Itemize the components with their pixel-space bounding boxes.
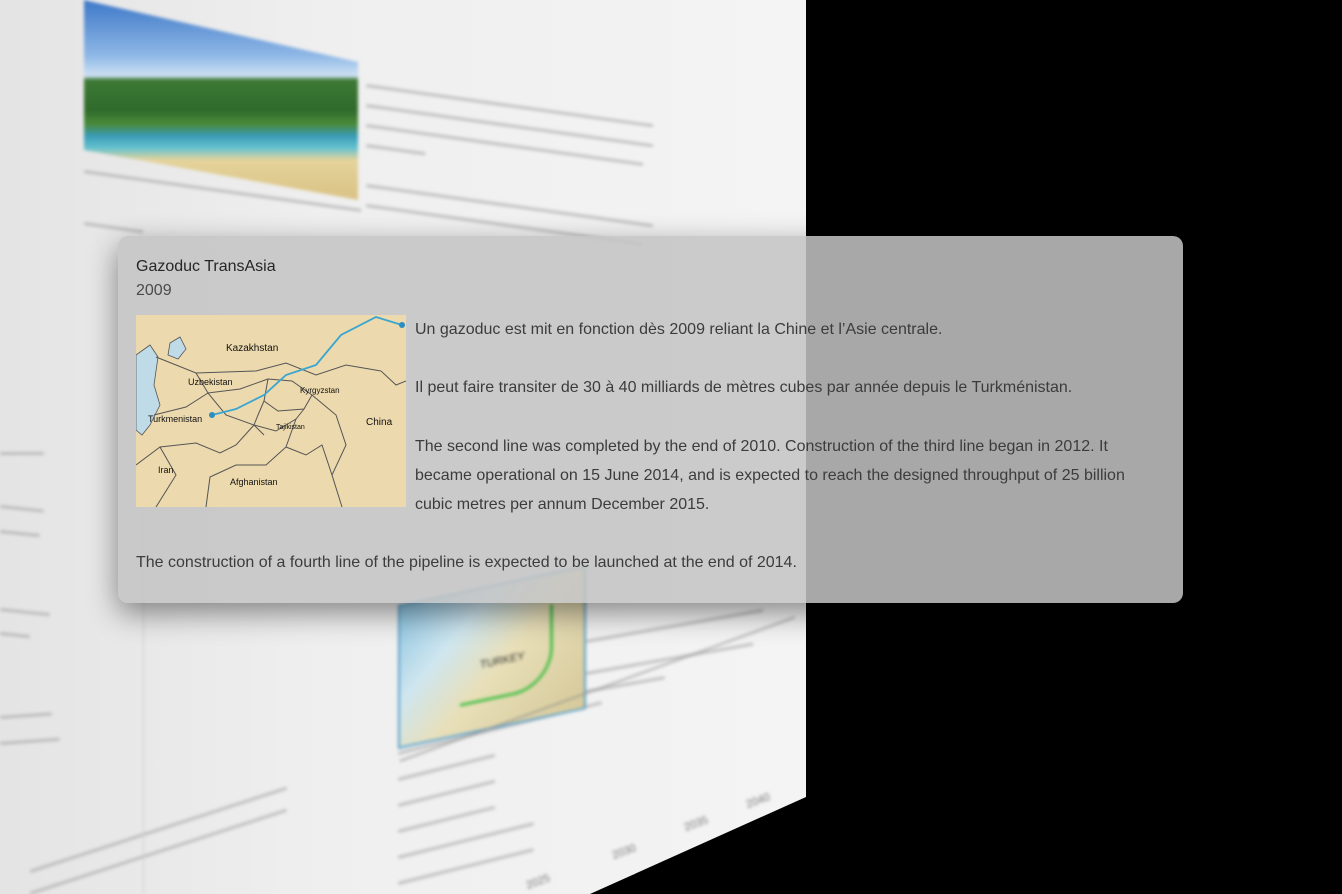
blurred-text-line [0,737,60,745]
blurred-text-line [365,124,644,166]
blurred-text-line [397,805,496,833]
map-label: Turkmenistan [148,414,202,424]
background-axis-year: 2025 [524,872,552,892]
popup-paragraph: Il peut faire transiter de 30 à 40 milli… [415,379,1073,396]
map-label: Tajikistan [276,424,305,431]
blurred-text-line [365,84,654,128]
popup-title: Gazoduc TransAsia [136,258,276,275]
blurred-text-line [0,452,44,455]
background-axis-year: 2040 [744,791,772,811]
blurred-text-line [397,779,496,807]
blurred-text-line [365,184,654,228]
blurred-text-line [397,753,496,781]
popup-paragraph: The second line was completed by the end… [415,438,1125,513]
popup-paragraph: Un gazoduc est mit en fonction dès 2009 … [415,321,943,338]
blurred-text-line [0,505,44,513]
blurred-text-line [0,632,30,639]
map-label: Uzbekistan [188,377,233,387]
blurred-text-line [0,712,52,719]
map-label: Afghanistan [230,477,278,487]
blurred-text-line [0,530,40,538]
map-label: Kyrgyzstan [300,386,340,395]
beach-photo [84,0,358,200]
popup-year: 2009 [136,282,172,299]
blurred-text-line [83,222,144,234]
blurred-text-line [29,786,288,873]
map-label: China [366,417,393,428]
info-popup[interactable]: Gazoduc TransAsia 2009 Kazakhstan Uzbeki… [118,236,1183,603]
popup-paragraph: The construction of a fourth line of the… [136,554,797,571]
blurred-text-line [365,104,654,148]
map-label: Iran [158,465,174,475]
blurred-text-line [585,642,754,675]
blurred-text-line [29,808,288,894]
background-axis-year: 2035 [682,814,710,834]
blurred-text-line [0,608,50,617]
pipeline-map-image: Kazakhstan Uzbekistan Kyrgyzstan Turkmen… [136,315,406,507]
map-label: Kazakhstan [226,343,278,354]
blurred-text-line [365,144,426,156]
background-axis-year: 2030 [610,842,638,862]
